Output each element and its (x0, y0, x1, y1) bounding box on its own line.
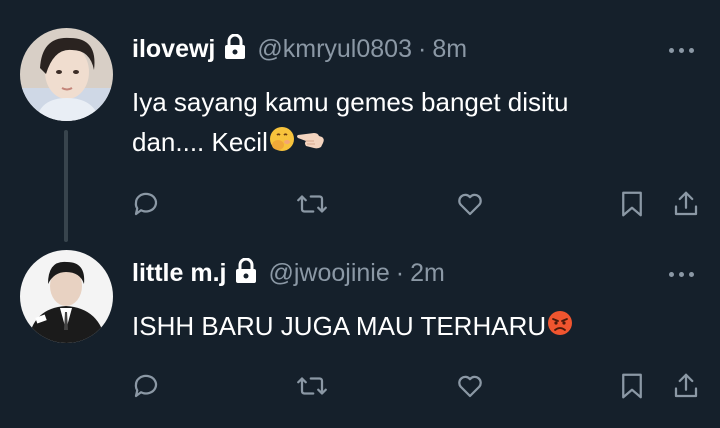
tweet-text-segment: ISHH BARU JUGA MAU TERHARU (132, 311, 547, 341)
action-bar (0, 184, 720, 224)
bookmark-icon[interactable] (612, 366, 652, 406)
retweet-icon[interactable] (292, 184, 332, 224)
display-name[interactable]: little m.j (132, 259, 226, 288)
more-icon[interactable] (669, 48, 694, 53)
separator-dot: · (417, 34, 427, 63)
lock-icon (234, 257, 258, 289)
timestamp[interactable]: 8m (432, 35, 467, 64)
like-icon[interactable] (450, 366, 490, 406)
separator-dot: · (395, 258, 405, 287)
more-icon[interactable] (669, 272, 694, 277)
angry-face-emoji (546, 308, 574, 348)
tweet[interactable]: ilovewj @kmryul0803 · 8m Iya sayang kamu… (0, 0, 720, 242)
user-handle[interactable]: @jwoojinie (268, 259, 389, 288)
tweet-text-line: ISHH BARU JUGA MAU TERHARU (132, 306, 672, 348)
backhand-index-pointing-left-emoji (296, 124, 326, 164)
retweet-icon[interactable] (292, 366, 332, 406)
timestamp[interactable]: 2m (410, 259, 445, 288)
tweet-text: ISHH BARU JUGA MAU TERHARU (132, 306, 672, 348)
tweet-text-segment: dan.... Kecil (132, 127, 268, 157)
tweet[interactable]: little m.j @jwoojinie · 2m ISHH BARU JUG… (0, 240, 720, 428)
tweet-text: Iya sayang kamu gemes banget disitu dan.… (132, 82, 672, 164)
tweet-text-line: Iya sayang kamu gemes banget disitu (132, 87, 569, 117)
face-with-hand-over-mouth-emoji (268, 124, 296, 164)
avatar[interactable] (20, 28, 113, 121)
action-bar (0, 366, 720, 406)
reply-icon[interactable] (126, 366, 166, 406)
tweet-header: little m.j @jwoojinie · 2m (132, 256, 445, 290)
user-handle[interactable]: @kmryul0803 (257, 35, 412, 64)
bookmark-icon[interactable] (612, 184, 652, 224)
share-icon[interactable] (666, 366, 706, 406)
tweet-header: ilovewj @kmryul0803 · 8m (132, 32, 467, 66)
tweet-text-line: dan.... Kecil (132, 122, 672, 164)
reply-icon[interactable] (126, 184, 166, 224)
lock-icon (223, 33, 247, 65)
like-icon[interactable] (450, 184, 490, 224)
avatar[interactable] (20, 250, 113, 343)
share-icon[interactable] (666, 184, 706, 224)
display-name[interactable]: ilovewj (132, 35, 215, 64)
